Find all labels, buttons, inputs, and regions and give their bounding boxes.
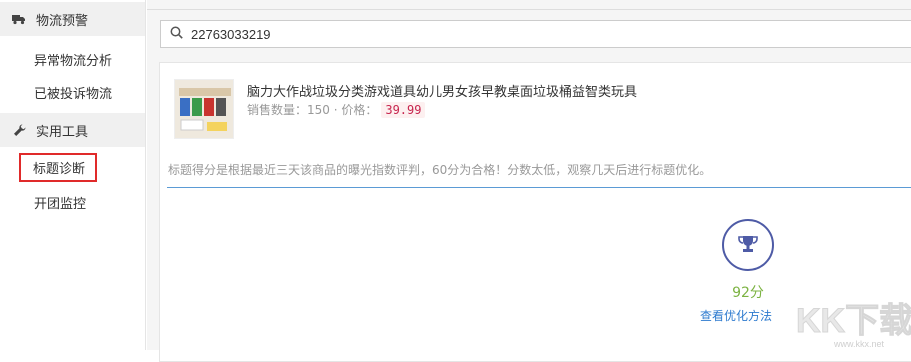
sidebar-item-group-monitor[interactable]: 开团监控 — [34, 193, 86, 212]
divider — [167, 187, 911, 188]
sidebar-item-title-diagnosis[interactable]: 标题诊断 — [19, 153, 98, 182]
sidebar-section-logistics[interactable]: 物流预警 — [0, 2, 145, 36]
score-notice: 标题得分是根据最近三天该商品的曝光指数评判，60分为合格！分数太低，观察几天后进… — [168, 163, 712, 177]
sidebar-section-tools-label: 实用工具 — [36, 124, 89, 140]
watermark-logo: KK下载 www.kkx.net — [790, 292, 911, 350]
trophy-icon — [722, 219, 774, 271]
product-meta: 销售数量：150 · 价格： 39.99 — [247, 101, 426, 118]
product-sales-label: 销售数量：150 · 价格： — [247, 103, 378, 117]
sidebar-section-tools[interactable]: 实用工具 — [0, 113, 145, 147]
top-strip — [147, 0, 911, 10]
sidebar-item-complained-logistics[interactable]: 已被投诉物流 — [34, 83, 112, 102]
sidebar-item-abnormal-logistics[interactable]: 异常物流分析 — [34, 50, 112, 69]
search-bar[interactable] — [160, 20, 911, 48]
search-input[interactable] — [191, 26, 791, 42]
product-price: 39.99 — [381, 101, 426, 118]
view-optimization-link[interactable]: 查看优化方法 — [700, 307, 772, 324]
sidebar: 物流预警 异常物流分析 已被投诉物流 实用工具 标题诊断 开团监控 — [0, 0, 146, 350]
product-title[interactable]: 脑力大作战垃圾分类游戏道具幼儿男女孩早教桌面垃圾桶益智类玩具 — [247, 81, 637, 100]
search-icon[interactable] — [170, 26, 183, 43]
watermark-url-art: www.kkx.net — [833, 339, 885, 349]
title-score: 92分 — [732, 285, 764, 301]
sidebar-section-logistics-label: 物流预警 — [36, 13, 89, 29]
watermark-brand-art: KK下载 — [796, 302, 911, 340]
product-thumbnail[interactable] — [174, 79, 234, 139]
main-content: 脑力大作战垃圾分类游戏道具幼儿男女孩早教桌面垃圾桶益智类玩具 销售数量：150 … — [147, 0, 911, 362]
wrench-icon — [12, 123, 26, 137]
truck-icon — [12, 12, 26, 26]
